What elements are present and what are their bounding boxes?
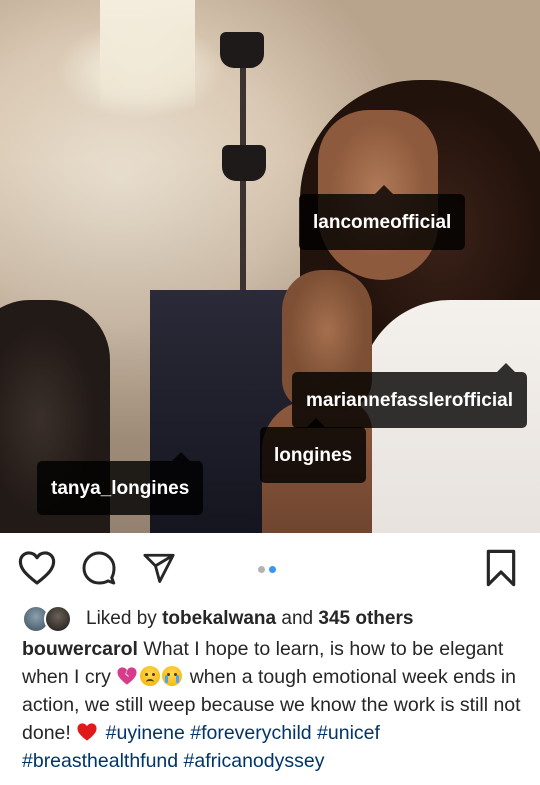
- hashtag-link[interactable]: #breasthealthfund: [22, 750, 178, 772]
- tag-username: mariannefasslerofficial: [306, 389, 513, 411]
- post-action-bar: [0, 545, 540, 595]
- carousel-dot-active: [269, 566, 276, 573]
- broken-heart-emoji: [116, 666, 138, 686]
- studio-lamp: [222, 145, 266, 181]
- liker-username[interactable]: tobekalwana: [162, 608, 276, 629]
- post-photo[interactable]: lancomeofficial mariannefasslerofficial …: [0, 0, 540, 533]
- likes-prefix: Liked by: [86, 608, 157, 629]
- likes-joiner: and: [281, 608, 314, 629]
- crying-face-emoji: [162, 666, 183, 686]
- carousel-indicator: [258, 566, 276, 573]
- hashtag-link[interactable]: #uyinene: [106, 722, 185, 744]
- like-button[interactable]: [16, 549, 58, 591]
- photo-tag-mariannefasslerofficial[interactable]: mariannefasslerofficial: [292, 363, 527, 428]
- tag-username: lancomeofficial: [313, 211, 452, 233]
- red-heart-emoji: [76, 722, 98, 742]
- heart-outline-icon: [18, 550, 56, 591]
- likes-summary[interactable]: Liked by tobekalwana and 345 others: [22, 604, 413, 634]
- liker-avatars: [22, 605, 78, 633]
- share-button[interactable]: [138, 549, 180, 591]
- likes-text: Liked by tobekalwana and 345 others: [86, 608, 413, 630]
- avatar: [44, 605, 72, 633]
- carousel-dot: [258, 566, 265, 573]
- comment-bubble-icon: [81, 550, 117, 591]
- sad-face-emoji: [140, 666, 161, 686]
- hashtag-link[interactable]: #foreverychild: [190, 722, 311, 744]
- window-light: [100, 0, 195, 110]
- hashtag-link[interactable]: #unicef: [317, 722, 380, 744]
- tag-username: longines: [274, 444, 353, 466]
- photo-tag-longines[interactable]: longines: [260, 418, 367, 483]
- photo-tag-lancomeofficial[interactable]: lancomeofficial: [299, 185, 466, 250]
- save-button[interactable]: [480, 549, 522, 591]
- hashtag-link[interactable]: #africanodyssey: [184, 750, 325, 772]
- comment-button[interactable]: [78, 549, 120, 591]
- post-caption: bouwercarol What I hope to learn, is how…: [22, 635, 527, 775]
- photo-tag-tanya_longines[interactable]: tanya_longines: [37, 452, 204, 515]
- studio-lamp: [220, 32, 264, 68]
- likes-others-count[interactable]: 345 others: [318, 608, 413, 629]
- paper-plane-icon: [141, 551, 177, 590]
- tag-username: tanya_longines: [51, 477, 190, 499]
- caption-username[interactable]: bouwercarol: [22, 638, 138, 660]
- bookmark-icon: [485, 549, 517, 592]
